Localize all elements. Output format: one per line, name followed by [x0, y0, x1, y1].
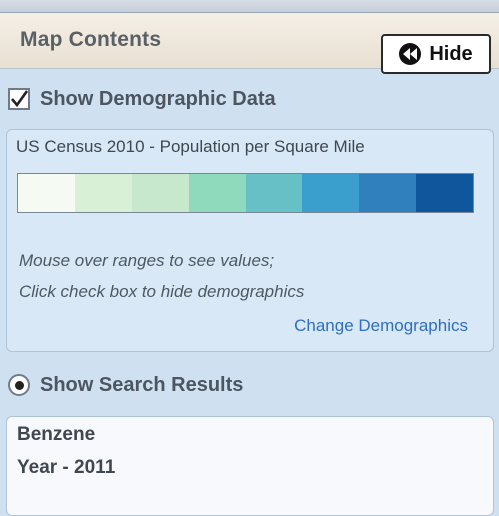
- search-results-radio[interactable]: [8, 374, 30, 396]
- dataset-title: US Census 2010 - Population per Square M…: [16, 137, 365, 156]
- top-strip: [0, 0, 499, 13]
- search-results-panel: Benzene Year - 2011: [6, 416, 494, 516]
- legend-range-5[interactable]: [245, 174, 303, 212]
- legend-range-2[interactable]: [74, 174, 132, 212]
- legend-hint: Mouse over ranges to see values; Click c…: [19, 245, 304, 307]
- search-results-label: Show Search Results: [40, 373, 244, 396]
- map-contents-header: Map Contents Hide: [0, 13, 499, 74]
- change-demographics-link[interactable]: Change Demographics: [294, 316, 468, 336]
- rewind-icon: [399, 43, 422, 65]
- result-chemical-name: Benzene: [17, 424, 96, 445]
- legend-range-8[interactable]: [416, 174, 473, 212]
- show-search-results-toggle[interactable]: Show Search Results: [8, 370, 243, 400]
- legend-range-7[interactable]: [359, 174, 417, 212]
- hint-line-2: Click check box to hide demographics: [19, 282, 305, 301]
- legend-range-3[interactable]: [131, 174, 189, 212]
- legend-range-1[interactable]: [18, 174, 75, 212]
- result-year: Year - 2011: [17, 457, 116, 478]
- legend-range-4[interactable]: [188, 174, 246, 212]
- color-legend: [17, 173, 474, 213]
- radio-dot: [14, 380, 24, 390]
- checkmark-icon: [11, 90, 28, 108]
- demographic-panel: US Census 2010 - Population per Square M…: [6, 129, 494, 352]
- hide-button[interactable]: Hide: [381, 34, 491, 74]
- demographic-checkbox-label: Show Demographic Data: [40, 87, 276, 110]
- show-demographic-toggle[interactable]: Show Demographic Data: [8, 84, 276, 114]
- demographic-checkbox[interactable]: [8, 88, 30, 110]
- hide-button-label: Hide: [429, 42, 473, 65]
- legend-range-6[interactable]: [302, 174, 360, 212]
- panel-title: Map Contents: [20, 28, 162, 51]
- hint-line-1: Mouse over ranges to see values;: [19, 251, 275, 270]
